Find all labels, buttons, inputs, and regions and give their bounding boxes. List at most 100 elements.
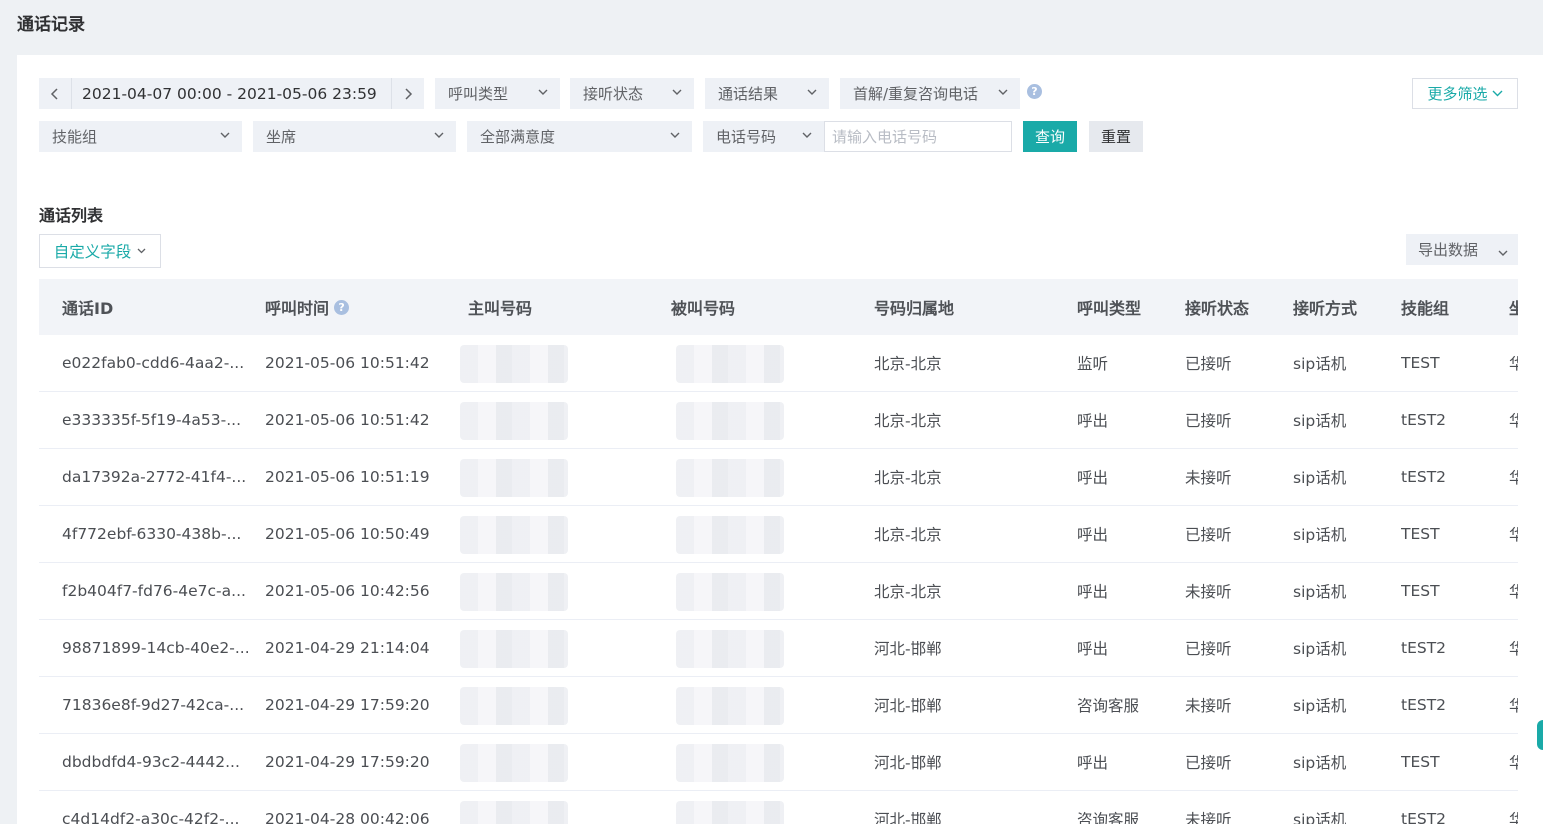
cell-callee-redacted bbox=[676, 402, 784, 440]
cell-agent: 华 bbox=[1509, 355, 1518, 373]
cell-answer-status: 已接听 bbox=[1185, 355, 1232, 373]
first-repeat-select[interactable]: 首解/重复咨询电话 bbox=[840, 78, 1020, 109]
column-header-call-time[interactable]: 呼叫时间 ? bbox=[265, 279, 350, 335]
table-row[interactable]: c4d14df2-a30c-42f2-... 2021-04-28 00:42:0… bbox=[39, 791, 1518, 824]
date-range-picker[interactable]: 2021-04-07 00:00 - 2021-05-06 23:59 bbox=[39, 78, 424, 109]
cell-call-type: 咨询客服 bbox=[1077, 811, 1140, 824]
table-row[interactable]: 4f772ebf-6330-438b-... 2021-05-06 10:50:4… bbox=[39, 506, 1518, 563]
chevron-down-icon bbox=[998, 89, 1007, 95]
call-result-select[interactable]: 通话结果 bbox=[705, 78, 829, 109]
cell-location: 河北-邯郸 bbox=[874, 754, 942, 772]
table-row[interactable]: dbdbdfd4-93c2-4442... 2021-04-29 17:59:20… bbox=[39, 734, 1518, 791]
table-row[interactable]: e022fab0-cdd6-4aa2-... 2021-05-06 10:51:4… bbox=[39, 335, 1518, 392]
chevron-down-icon bbox=[1492, 90, 1502, 97]
column-header-answer-status[interactable]: 接听状态 bbox=[1185, 279, 1249, 335]
help-icon[interactable]: ? bbox=[1027, 84, 1042, 99]
column-header-skill-group[interactable]: 技能组 bbox=[1401, 279, 1449, 335]
column-header-call-type[interactable]: 呼叫类型 bbox=[1077, 279, 1141, 335]
cell-location: 河北-邯郸 bbox=[874, 697, 942, 715]
phone-number-input[interactable] bbox=[824, 121, 1012, 152]
cell-call-time: 2021-05-06 10:50:49 bbox=[265, 525, 430, 543]
chevron-down-icon bbox=[672, 89, 681, 95]
call-table: 通话ID 呼叫时间 ? 主叫号码 被叫号码 号码归属地 呼叫类型 接听状态 接听… bbox=[39, 279, 1518, 824]
cell-callee-redacted bbox=[676, 573, 784, 611]
cell-callee-redacted bbox=[676, 801, 784, 824]
custom-fields-label: 自定义字段 bbox=[53, 243, 132, 261]
cell-callee-redacted bbox=[676, 744, 784, 782]
cell-skill-group: tEST2 bbox=[1401, 639, 1447, 657]
cell-skill-group: TEST bbox=[1401, 582, 1440, 600]
cell-agent: 华 bbox=[1509, 469, 1518, 487]
answer-status-label: 接听状态 bbox=[583, 85, 644, 103]
skill-group-select[interactable]: 技能组 bbox=[39, 121, 242, 152]
column-header-call-id[interactable]: 通话ID bbox=[62, 279, 113, 335]
cell-callee-redacted bbox=[676, 687, 784, 725]
cell-location: 北京-北京 bbox=[874, 583, 942, 601]
table-row[interactable]: e333335f-5f19-4a53-... 2021-05-06 10:51:4… bbox=[39, 392, 1518, 449]
cell-call-id: f2b404f7-fd76-4e7c-a... bbox=[62, 582, 246, 600]
column-header-callee[interactable]: 被叫号码 bbox=[671, 279, 735, 335]
export-data-button[interactable]: 导出数据 bbox=[1406, 234, 1518, 265]
query-button[interactable]: 查询 bbox=[1023, 121, 1077, 152]
cell-answer-status: 未接听 bbox=[1185, 469, 1232, 487]
more-filters-button[interactable]: 更多筛选 bbox=[1412, 78, 1518, 109]
cell-call-time: 2021-05-06 10:51:42 bbox=[265, 411, 430, 429]
date-prev-button[interactable] bbox=[39, 78, 71, 109]
date-next-button[interactable] bbox=[392, 78, 424, 109]
cell-caller-redacted bbox=[460, 801, 568, 824]
chevron-down-icon bbox=[220, 132, 229, 138]
cell-call-id: e333335f-5f19-4a53-... bbox=[62, 411, 241, 429]
date-range-text[interactable]: 2021-04-07 00:00 - 2021-05-06 23:59 bbox=[72, 85, 391, 103]
cell-answer-method: sip话机 bbox=[1293, 526, 1347, 544]
cell-caller-redacted bbox=[460, 516, 568, 554]
column-header-agent[interactable]: 坐 bbox=[1509, 279, 1518, 335]
cell-caller-redacted bbox=[460, 459, 568, 497]
phone-type-select[interactable]: 电话号码 bbox=[703, 121, 824, 152]
cell-answer-method: sip话机 bbox=[1293, 355, 1347, 373]
cell-callee-redacted bbox=[676, 345, 784, 383]
column-header-answer-method[interactable]: 接听方式 bbox=[1293, 279, 1357, 335]
content-panel: 2021-04-07 00:00 - 2021-05-06 23:59 呼叫类型… bbox=[17, 55, 1543, 824]
satisfaction-select[interactable]: 全部满意度 bbox=[467, 121, 692, 152]
cell-callee-redacted bbox=[676, 516, 784, 554]
cell-call-id: dbdbdfd4-93c2-4442... bbox=[62, 753, 240, 771]
cell-call-id: 71836e8f-9d27-42ca-... bbox=[62, 696, 245, 714]
cell-answer-status: 已接听 bbox=[1185, 754, 1232, 772]
cell-answer-status: 未接听 bbox=[1185, 583, 1232, 601]
cell-answer-status: 未接听 bbox=[1185, 811, 1232, 824]
cell-answer-method: sip话机 bbox=[1293, 697, 1347, 715]
table-row[interactable]: da17392a-2772-41f4-... 2021-05-06 10:51:1… bbox=[39, 449, 1518, 506]
help-icon[interactable]: ? bbox=[334, 299, 350, 315]
agent-select[interactable]: 坐席 bbox=[253, 121, 456, 152]
column-header-caller[interactable]: 主叫号码 bbox=[468, 279, 532, 335]
floating-side-tab[interactable] bbox=[1537, 720, 1543, 750]
table-row[interactable]: 98871899-14cb-40e2-... 2021-04-29 21:14:0… bbox=[39, 620, 1518, 677]
chevron-left-icon bbox=[50, 87, 58, 100]
cell-answer-method: sip话机 bbox=[1293, 469, 1347, 487]
cell-agent: 华 bbox=[1509, 811, 1518, 824]
cell-location: 北京-北京 bbox=[874, 412, 942, 430]
cell-call-id: 4f772ebf-6330-438b-... bbox=[62, 525, 242, 543]
cell-skill-group: tEST2 bbox=[1401, 468, 1447, 486]
cell-answer-status: 已接听 bbox=[1185, 640, 1232, 658]
table-row[interactable]: 71836e8f-9d27-42ca-... 2021-04-29 17:59:2… bbox=[39, 677, 1518, 734]
chevron-down-icon bbox=[434, 132, 443, 138]
cell-answer-method: sip话机 bbox=[1293, 754, 1347, 772]
call-type-select[interactable]: 呼叫类型 bbox=[435, 78, 560, 109]
column-header-location[interactable]: 号码归属地 bbox=[874, 279, 954, 335]
table-row[interactable]: f2b404f7-fd76-4e7c-a... 2021-05-06 10:42:… bbox=[39, 563, 1518, 620]
custom-fields-button[interactable]: 自定义字段 bbox=[39, 234, 161, 268]
cell-call-type: 呼出 bbox=[1077, 754, 1109, 772]
cell-call-type: 呼出 bbox=[1077, 526, 1109, 544]
cell-agent: 华 bbox=[1509, 697, 1518, 715]
cell-agent: 华 bbox=[1509, 412, 1518, 430]
cell-caller-redacted bbox=[460, 345, 568, 383]
first-repeat-label: 首解/重复咨询电话 bbox=[853, 85, 979, 103]
reset-button[interactable]: 重置 bbox=[1089, 121, 1143, 152]
cell-caller-redacted bbox=[460, 744, 568, 782]
cell-answer-method: sip话机 bbox=[1293, 640, 1347, 658]
cell-answer-method: sip话机 bbox=[1293, 583, 1347, 601]
answer-status-select[interactable]: 接听状态 bbox=[570, 78, 694, 109]
cell-call-time: 2021-05-06 10:51:42 bbox=[265, 354, 430, 372]
cell-caller-redacted bbox=[460, 630, 568, 668]
